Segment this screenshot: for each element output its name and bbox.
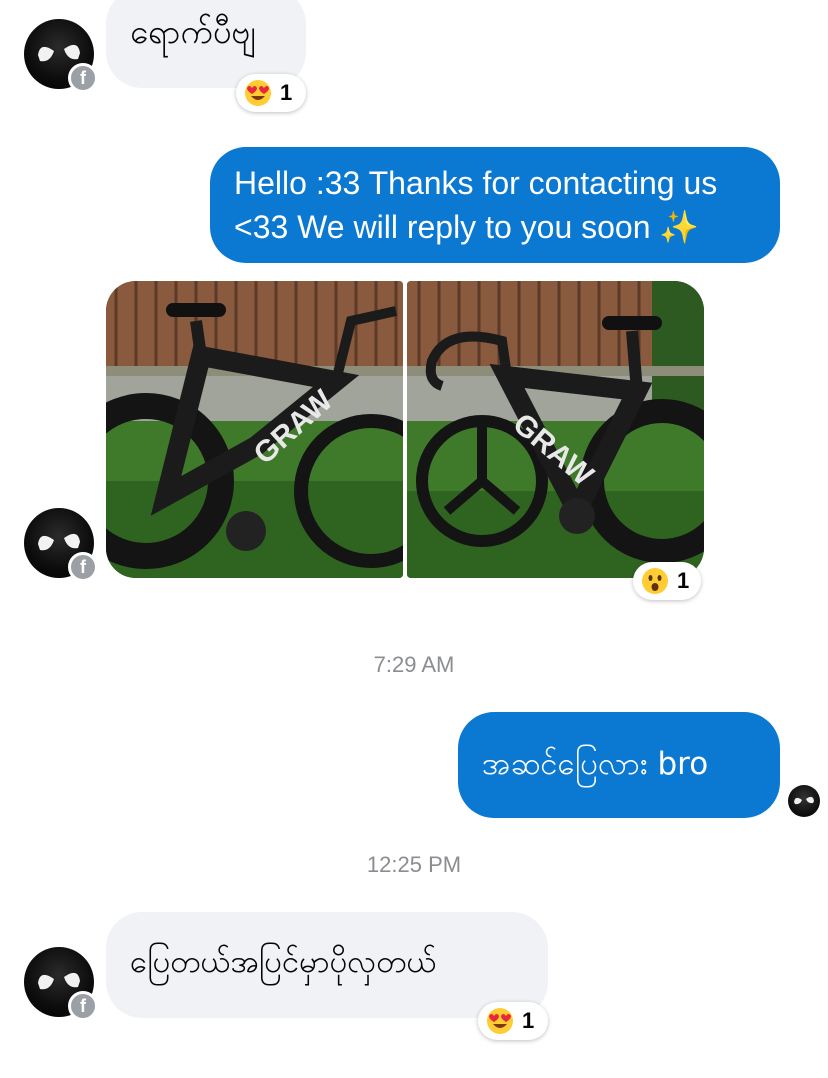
reaction-count: 1 [522,1008,535,1033]
contact-avatar[interactable]: f [24,19,98,93]
outgoing-message-bubble[interactable]: အဆင်ပြေလား bro [458,712,780,818]
outgoing-message-bubble[interactable]: Hello :33 Thanks for contacting us <33 W… [210,147,780,263]
message-text-line-1: Hello :33 Thanks for contacting us [234,165,718,201]
masked-face-icon [794,796,814,805]
facebook-badge-icon: f [68,63,98,93]
facebook-badge-icon: f [68,991,98,1021]
message-reaction[interactable]: 1 [478,1002,548,1040]
heart-eyes-emoji-icon [487,1008,513,1034]
surprised-emoji-icon [642,568,668,594]
message-text: အဆင်ပြေလား bro [482,746,709,782]
message-timestamp: 7:29 AM [373,652,455,677]
bike-photo-2[interactable]: GRAW [407,281,704,578]
contact-avatar[interactable]: f [24,947,98,1021]
incoming-message-bubble[interactable]: ပြေတယ်အပြင်မှာပိုလှတယ် [106,912,548,1018]
message-reaction[interactable]: 1 [236,74,306,112]
heart-eyes-emoji-icon [245,80,271,106]
message-text-line-2: <33 We will reply to you soon ✨ [234,209,700,245]
contact-avatar[interactable]: f [24,508,98,582]
read-receipt-avatar [788,785,820,817]
reaction-count: 1 [280,80,293,105]
bike-photo-1[interactable]: GRAW [106,281,403,578]
reaction-count: 1 [677,568,690,593]
facebook-badge-icon: f [68,552,98,582]
message-timestamp: 12:25 PM [366,852,462,877]
message-reaction[interactable]: 1 [633,562,701,600]
message-text: ရောက်ပီဗျ [130,12,256,51]
message-text: ပြေတယ်အပြင်မှာပိုလှတယ် [130,944,437,980]
